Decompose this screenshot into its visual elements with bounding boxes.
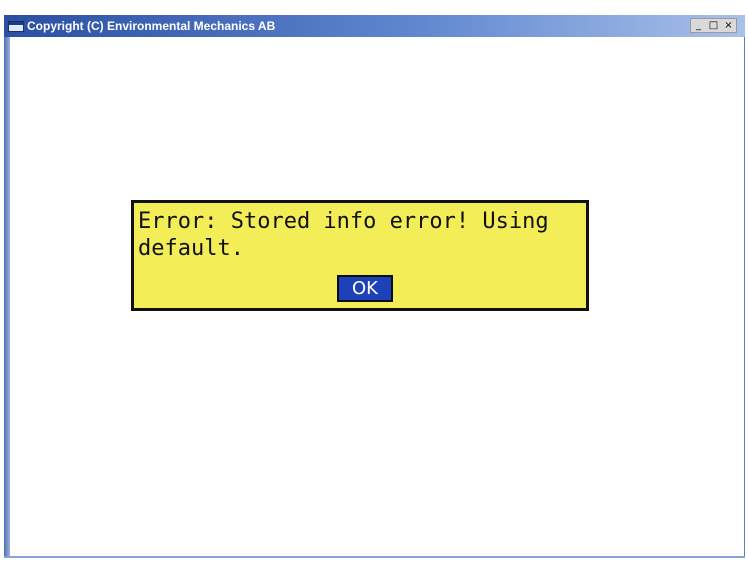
- error-message: Error: Stored info error! Using default.: [138, 208, 578, 262]
- window-title: Copyright (C) Environmental Mechanics AB: [27, 19, 276, 33]
- minimize-icon[interactable]: _: [691, 19, 706, 32]
- error-message-line-2: default.: [138, 236, 244, 261]
- error-dialog: Error: Stored info error! Using default.…: [131, 200, 589, 311]
- window-left-border: [4, 37, 10, 558]
- ok-button[interactable]: OK: [337, 275, 393, 302]
- window-bottom-border: [4, 556, 745, 558]
- title-bar[interactable]: Copyright (C) Environmental Mechanics AB…: [4, 15, 745, 37]
- app-window-icon: [8, 20, 24, 32]
- maximize-icon[interactable]: □: [706, 19, 721, 32]
- error-message-line-1: Error: Stored info error! Using: [138, 209, 549, 234]
- window-controls: _ □ ×: [690, 18, 737, 33]
- close-icon[interactable]: ×: [721, 19, 736, 32]
